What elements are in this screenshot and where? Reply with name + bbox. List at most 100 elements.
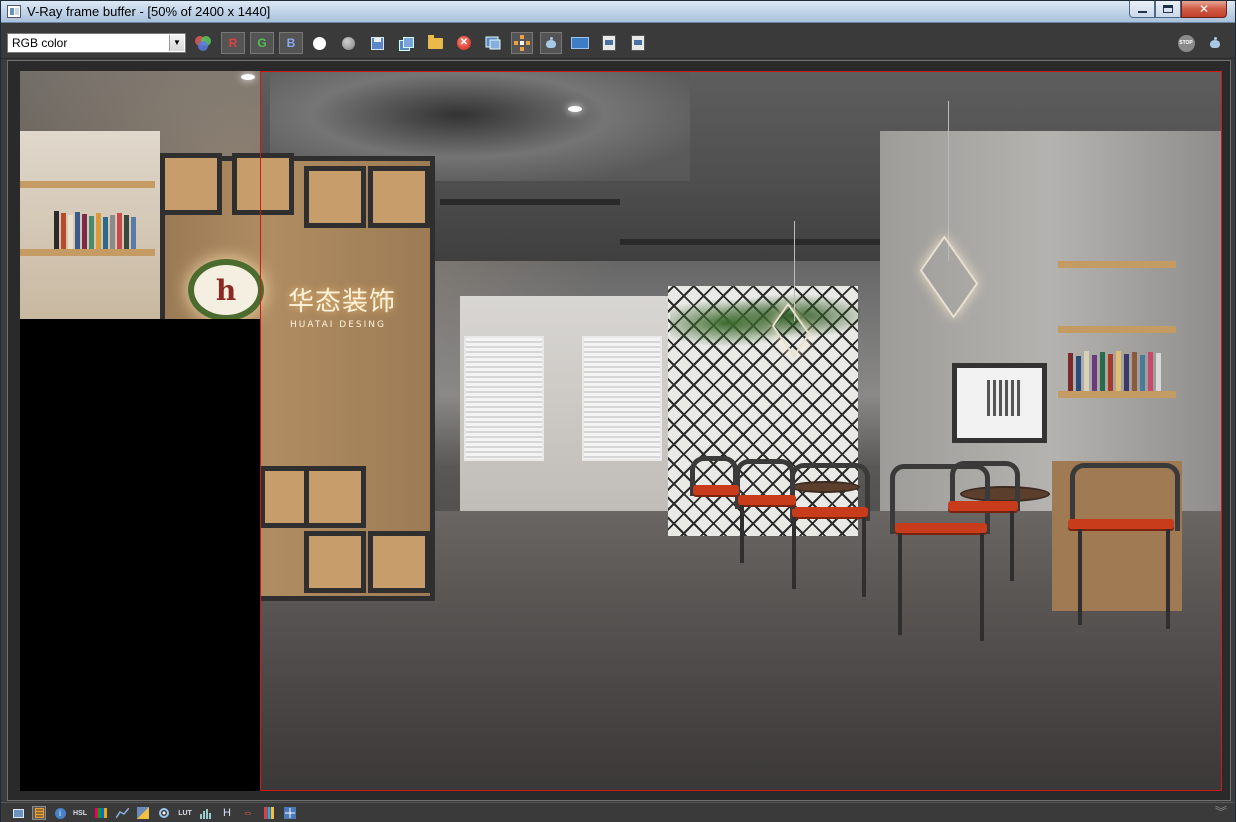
- sharpen-button[interactable]: [283, 806, 297, 820]
- window-title: V-Ray frame buffer - [50% of 2400 x 1440…: [27, 4, 271, 19]
- color-corrections-icon: [34, 808, 44, 818]
- chair-leg: [1010, 511, 1014, 581]
- duplicate-to-max-button[interactable]: [482, 32, 504, 54]
- display-colors-icon: [12, 808, 24, 818]
- shelf-board: [1058, 261, 1176, 268]
- stop-render-icon: STOP: [1177, 34, 1195, 52]
- alpha-button[interactable]: [337, 32, 359, 54]
- stop-render-button[interactable]: STOP: [1175, 32, 1197, 54]
- toolbar: RGB color ▼ R G B ✕ STOP: [1, 23, 1235, 59]
- company-logo-subtext: HUATAI DESING: [290, 320, 386, 330]
- book: [1076, 356, 1081, 391]
- channel-select[interactable]: RGB color ▼: [7, 33, 186, 53]
- book: [61, 213, 66, 249]
- mono-button[interactable]: [308, 32, 330, 54]
- open-image-button[interactable]: [424, 32, 446, 54]
- book: [1132, 352, 1137, 391]
- shelf-board: [20, 249, 155, 256]
- downlight: [568, 106, 582, 112]
- clear-image-button[interactable]: ✕: [453, 32, 475, 54]
- render-last-button[interactable]: [540, 32, 562, 54]
- render-teapot-icon: [543, 37, 559, 49]
- app-icon: [7, 5, 21, 18]
- book: [82, 214, 87, 249]
- book: [131, 217, 136, 249]
- title-bar: V-Ray frame buffer - [50% of 2400 x 1440…: [1, 1, 1235, 23]
- chair-leg: [1078, 529, 1082, 625]
- close-button[interactable]: ✕: [1181, 1, 1227, 18]
- white-circle-icon: [312, 36, 326, 50]
- copy-image-button[interactable]: [395, 32, 417, 54]
- render-viewport[interactable]: h 华态装饰 HUATAI DESING: [7, 60, 1231, 801]
- chair-seat: [948, 501, 1018, 511]
- shelf-cube: [304, 166, 366, 228]
- lens-effects-icon: [159, 808, 169, 818]
- downlight: [241, 74, 255, 80]
- color-channels-button[interactable]: [192, 32, 214, 54]
- levels-button[interactable]: [94, 806, 108, 820]
- track-mouse-button[interactable]: [511, 32, 533, 54]
- minimize-button[interactable]: [1129, 1, 1155, 18]
- pendant-wire: [948, 101, 949, 261]
- shelf-cube: [160, 153, 222, 215]
- stereo-button[interactable]: ⇔: [241, 806, 255, 820]
- lut-button[interactable]: LUT: [178, 806, 192, 820]
- ceiling-track: [620, 239, 910, 245]
- rendered-image[interactable]: h 华态装饰 HUATAI DESING: [20, 71, 1222, 791]
- exposure-button[interactable]: [136, 806, 150, 820]
- shelf-cube: [368, 166, 430, 228]
- track-mouse-icon: [514, 35, 530, 51]
- red-channel-button[interactable]: R: [221, 32, 245, 54]
- chair-seat: [693, 485, 739, 495]
- curve-button[interactable]: [115, 806, 129, 820]
- gray-circle-icon: [341, 36, 355, 50]
- book: [1156, 353, 1161, 391]
- info-icon: i: [54, 807, 66, 819]
- render-background: h 华态装饰 HUATAI DESING: [20, 71, 1222, 791]
- book: [103, 217, 108, 249]
- color-bars-button[interactable]: [262, 806, 276, 820]
- render-button[interactable]: [1204, 32, 1226, 54]
- pendant-wire: [794, 221, 795, 321]
- expand-chevron-icon[interactable]: ︾: [1215, 806, 1227, 818]
- blue-channel-button[interactable]: B: [279, 32, 303, 54]
- compare-button[interactable]: [569, 32, 591, 54]
- company-logo-mark: h: [188, 259, 264, 321]
- clear-image-icon: ✕: [457, 36, 471, 50]
- histogram-button[interactable]: [199, 806, 213, 820]
- book: [117, 213, 122, 249]
- book: [1068, 353, 1073, 391]
- shelf-board: [20, 181, 155, 188]
- display-colors-button[interactable]: [11, 806, 25, 820]
- book: [1148, 352, 1153, 391]
- book: [89, 216, 94, 249]
- h-icon: H: [223, 807, 231, 819]
- book: [54, 211, 59, 249]
- shelf-cube: [304, 466, 366, 528]
- hsl-button[interactable]: HSL: [73, 806, 87, 820]
- lut-icon: LUT: [178, 809, 192, 817]
- history-b-icon: [631, 35, 645, 51]
- history-b-button[interactable]: [627, 32, 649, 54]
- info-button[interactable]: i: [53, 806, 67, 820]
- book: [1116, 351, 1121, 391]
- book: [1124, 354, 1129, 391]
- levels-icon: [95, 808, 107, 818]
- chair-seat: [1068, 519, 1174, 529]
- green-channel-button[interactable]: G: [250, 32, 274, 54]
- shelf-cube: [232, 153, 294, 215]
- maximize-button[interactable]: [1155, 1, 1181, 18]
- lens-effects-button[interactable]: [157, 806, 171, 820]
- histogram-icon: [200, 808, 211, 819]
- h-button[interactable]: H: [220, 806, 234, 820]
- chair-leg: [740, 505, 744, 563]
- shelf-board: [1058, 326, 1176, 333]
- color-corrections-button[interactable]: [32, 806, 46, 820]
- minimize-icon: [1137, 11, 1147, 13]
- save-icon: [370, 36, 384, 50]
- exposure-icon: [137, 807, 149, 819]
- history-a-button[interactable]: [598, 32, 620, 54]
- shelf-cube: [368, 531, 430, 593]
- unrendered-region: [20, 319, 260, 791]
- save-image-button[interactable]: [366, 32, 388, 54]
